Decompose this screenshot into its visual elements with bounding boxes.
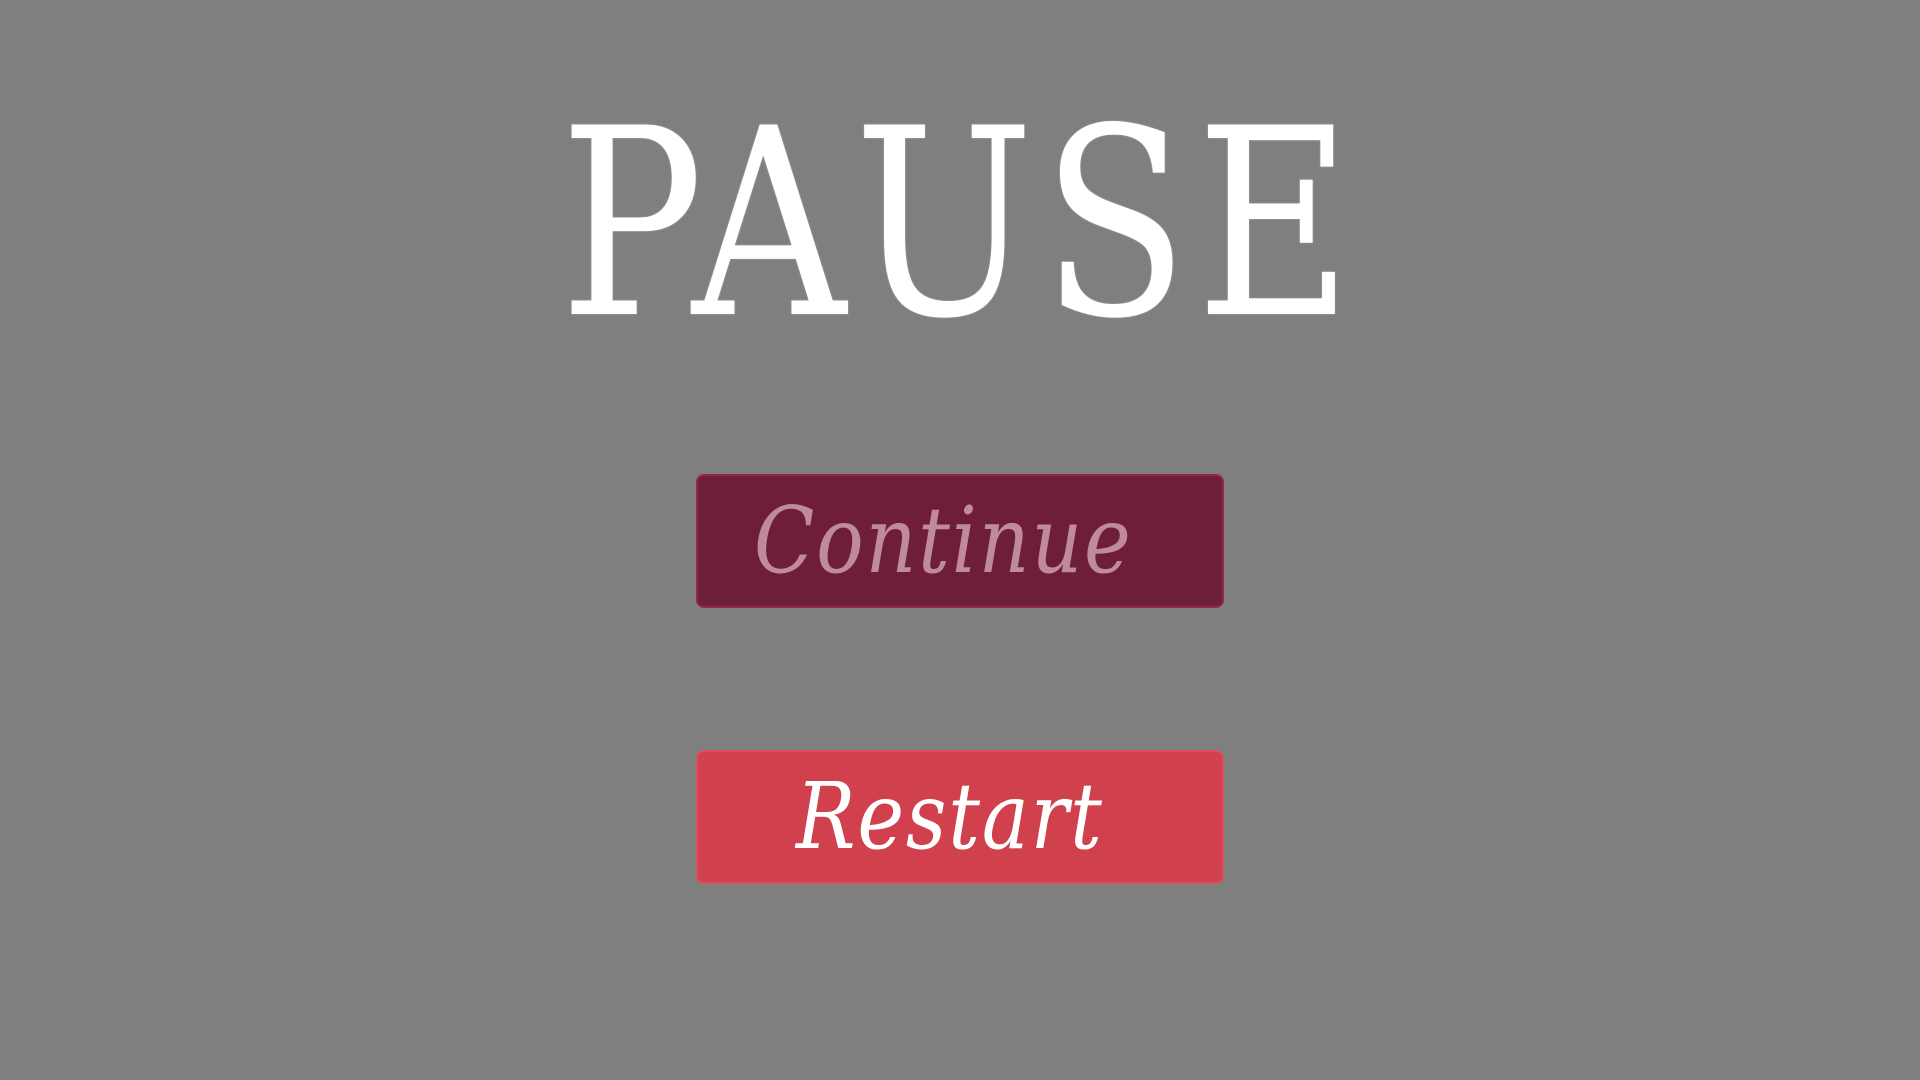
continue-button-label: Continue	[753, 487, 1133, 594]
restart-button[interactable]: Restart	[696, 750, 1224, 884]
pause-title: PAUSE	[559, 74, 1361, 376]
restart-button-label: Restart	[796, 763, 1104, 870]
continue-button[interactable]: Continue	[696, 474, 1224, 608]
